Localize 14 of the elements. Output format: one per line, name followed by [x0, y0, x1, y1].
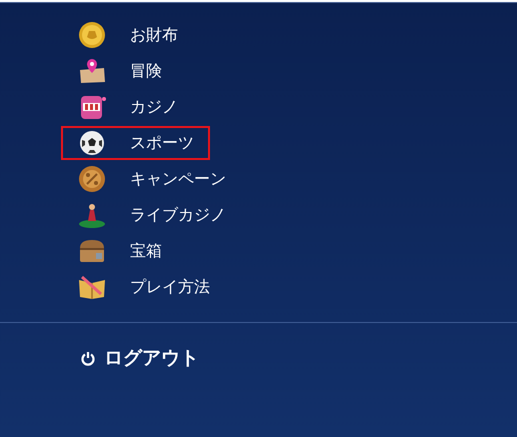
menu-item[interactable]: プレイ方法 — [63, 272, 210, 302]
logout-button[interactable]: ログアウト — [0, 323, 517, 371]
menu-item[interactable]: キャンペーン — [63, 164, 226, 194]
menu-item[interactable]: カジノ — [63, 92, 178, 122]
menu-item[interactable]: スポーツ — [63, 128, 208, 158]
menu-item[interactable]: 宝箱 — [63, 236, 162, 266]
soccer-ball-icon — [77, 128, 107, 158]
percent-badge-icon — [77, 164, 107, 194]
power-icon — [80, 350, 96, 366]
menu-item[interactable]: ライブカジノ — [63, 200, 226, 230]
menu-item[interactable]: お財布 — [63, 20, 178, 50]
coin-icon — [77, 20, 107, 50]
menu-item[interactable]: 冒険 — [63, 56, 162, 86]
map-icon — [77, 56, 107, 86]
